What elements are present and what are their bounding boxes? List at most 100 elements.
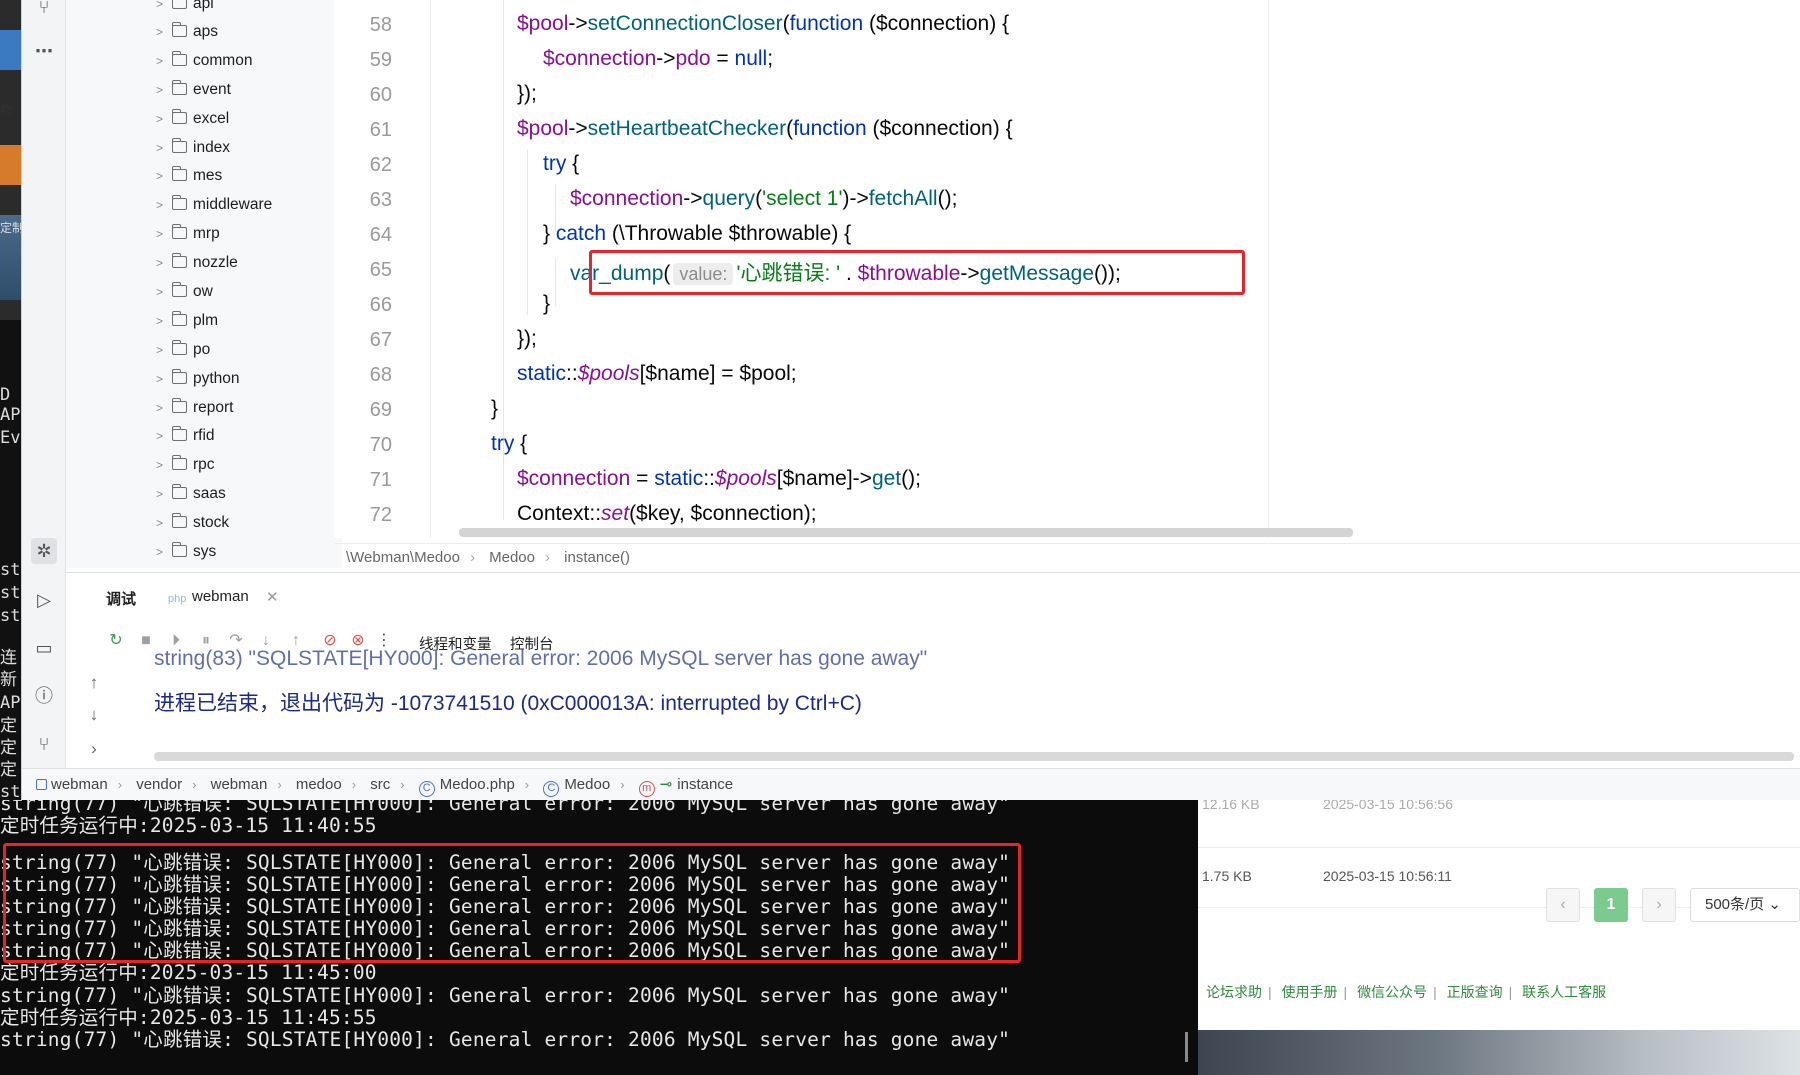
breadcrumb-class[interactable]: Medoo xyxy=(489,549,535,566)
code-line: $connection = static::$pools[$name]->get… xyxy=(517,467,921,490)
terminal-icon[interactable]: ▭ xyxy=(31,635,57,661)
console-scrollbar[interactable] xyxy=(154,752,1794,761)
tab-webman[interactable]: webman xyxy=(192,588,249,605)
chevron-right-icon: > xyxy=(156,458,164,472)
strip-text: 吻 xyxy=(0,103,13,117)
line-number: 69 xyxy=(369,399,392,421)
tree-folder-rfid[interactable]: > rfid xyxy=(156,426,215,449)
folder-label: mes xyxy=(193,167,223,184)
run-icon[interactable]: ▷ xyxy=(31,587,57,613)
crumb-medoo[interactable]: medoo xyxy=(296,776,342,793)
footer-link-license[interactable]: 正版查询 xyxy=(1447,984,1503,1000)
tree-folder-nozzle[interactable]: > nozzle xyxy=(156,253,238,276)
tree-folder-api[interactable]: > api xyxy=(156,0,214,17)
chevron-right-icon: > xyxy=(156,198,164,212)
public-icon: ⊸ xyxy=(659,776,673,793)
line-number: 67 xyxy=(369,329,392,351)
editor-horizontal-scrollbar[interactable] xyxy=(459,528,1353,537)
chevron-right-icon: > xyxy=(156,0,164,11)
folder-label: rpc xyxy=(193,456,215,473)
rerun-icon[interactable]: ↻ xyxy=(106,631,126,651)
footer-link-support[interactable]: 联系人工客服 xyxy=(1522,984,1606,1000)
class-file-icon: C xyxy=(418,781,435,797)
problems-icon[interactable]: ⓘ xyxy=(31,683,57,709)
code-line: $pool->setConnectionCloser(function ($co… xyxy=(517,12,1010,35)
tree-folder-middleware[interactable]: > middleware xyxy=(156,195,272,218)
line-number: 59 xyxy=(369,49,392,71)
folder-label: python xyxy=(193,370,240,387)
crumb-file[interactable]: Medoo.php xyxy=(440,776,515,793)
strip-text: 定 xyxy=(0,716,17,736)
php-icon: php xyxy=(168,593,187,605)
debug-bug-icon[interactable]: ✲ xyxy=(31,538,57,564)
page-size-select[interactable]: 500条/页 ⌄ xyxy=(1690,888,1800,922)
tree-folder-saas[interactable]: > saas xyxy=(156,484,226,507)
breadcrumb-namespace[interactable]: \Webman\Medoo xyxy=(346,549,460,566)
tree-folder-python[interactable]: > python xyxy=(156,369,240,392)
crumb-project[interactable]: webman xyxy=(51,776,108,793)
terminal-window[interactable]: string(77) "心跳错误: SQLSTATE[HY000]: Gener… xyxy=(0,800,1198,1075)
folder-icon xyxy=(171,51,187,66)
tree-folder-sys[interactable]: > sys xyxy=(156,542,216,565)
breadcrumb-method[interactable]: instance() xyxy=(564,549,630,566)
chevron-right-icon: > xyxy=(156,141,164,155)
folder-icon xyxy=(171,22,187,37)
folder-icon xyxy=(171,138,187,153)
folder-label: nozzle xyxy=(193,254,238,271)
tree-folder-rpc[interactable]: > rpc xyxy=(156,455,215,478)
tree-folder-plm[interactable]: > plm xyxy=(156,311,218,334)
app-icon-tile xyxy=(0,30,21,70)
tree-folder-ow[interactable]: > ow xyxy=(156,282,213,305)
git-branch-icon[interactable]: ⑂ xyxy=(31,0,57,20)
tree-folder-aps[interactable]: > aps xyxy=(156,22,218,45)
tree-folder-po[interactable]: > po xyxy=(156,340,210,363)
chevron-right-icon: > xyxy=(156,285,164,299)
stop-icon[interactable]: ■ xyxy=(136,631,156,651)
code-editor[interactable]: 58 59 60 61 62 63 64 65 66 67 68 69 70 7… xyxy=(334,0,1800,538)
footer-link-wechat[interactable]: 微信公众号 xyxy=(1357,984,1427,1000)
indent-guide xyxy=(527,150,528,315)
tool-window-bar: ⑂ ⋯ ✲ ▷ ▭ ⓘ ⑂ xyxy=(22,0,66,800)
tree-folder-mrp[interactable]: > mrp xyxy=(156,224,220,247)
chevron-right-icon: > xyxy=(156,429,164,443)
expand-icon[interactable]: › xyxy=(86,739,102,759)
crumb-src[interactable]: src xyxy=(370,776,390,793)
more-tools-icon[interactable]: ⋯ xyxy=(31,38,57,64)
tree-folder-index[interactable]: > index xyxy=(156,138,231,161)
wallpaper-strip xyxy=(1198,1030,1800,1075)
tab-debug[interactable]: 调试 xyxy=(106,588,136,609)
tree-folder-event[interactable]: > event xyxy=(156,80,231,103)
chevron-right-icon: > xyxy=(156,401,164,415)
folder-icon xyxy=(171,426,187,441)
vcs-icon[interactable]: ⑂ xyxy=(31,731,57,757)
footer-link-forum[interactable]: 论坛求助 xyxy=(1206,984,1262,1000)
current-page-button[interactable]: 1 xyxy=(1594,888,1628,922)
footer-link-manual[interactable]: 使用手册 xyxy=(1282,984,1338,1000)
terminal-line: string(77) "心跳错误: SQLSTATE[HY000]: Gener… xyxy=(0,800,1011,815)
ide-window: ⑂ ⋯ ✲ ▷ ▭ ⓘ ⑂ > api > aps > common > event >… xyxy=(21,0,1800,800)
chevron-right-icon: > xyxy=(156,487,164,501)
scroll-down-icon[interactable]: ↓ xyxy=(86,705,102,725)
console-output[interactable]: ↑ ↓ › string(83) "SQLSTATE[HY000]: Gener… xyxy=(66,647,1800,769)
tree-folder-common[interactable]: > common xyxy=(156,51,252,74)
crumb-method[interactable]: instance xyxy=(677,776,733,793)
tree-folder-stock[interactable]: > stock xyxy=(156,513,229,536)
scroll-up-icon[interactable]: ↑ xyxy=(86,673,102,693)
terminal-scrollbar[interactable] xyxy=(1185,1032,1188,1062)
terminal-line: string(77) "心跳错误: SQLSTATE[HY000]: Gener… xyxy=(0,984,1011,1007)
chevron-right-icon: > xyxy=(156,112,164,126)
tree-folder-mes[interactable]: > mes xyxy=(156,166,223,189)
close-tab-icon[interactable]: ✕ xyxy=(266,588,279,606)
next-page-button[interactable]: › xyxy=(1642,888,1676,922)
tree-folder-report[interactable]: > report xyxy=(156,398,234,421)
folder-icon xyxy=(171,253,187,268)
crumb-vendor[interactable]: vendor xyxy=(136,776,182,793)
folder-icon xyxy=(171,398,187,413)
crumb-webman[interactable]: webman xyxy=(211,776,268,793)
crumb-class[interactable]: Medoo xyxy=(564,776,610,793)
folder-label: index xyxy=(193,139,231,156)
tree-folder-excel[interactable]: > excel xyxy=(156,109,229,132)
code-line: } xyxy=(491,397,499,420)
debug-tab-bar: 调试 php webman ✕ xyxy=(66,573,1800,621)
prev-page-button[interactable]: ‹ xyxy=(1546,888,1580,922)
